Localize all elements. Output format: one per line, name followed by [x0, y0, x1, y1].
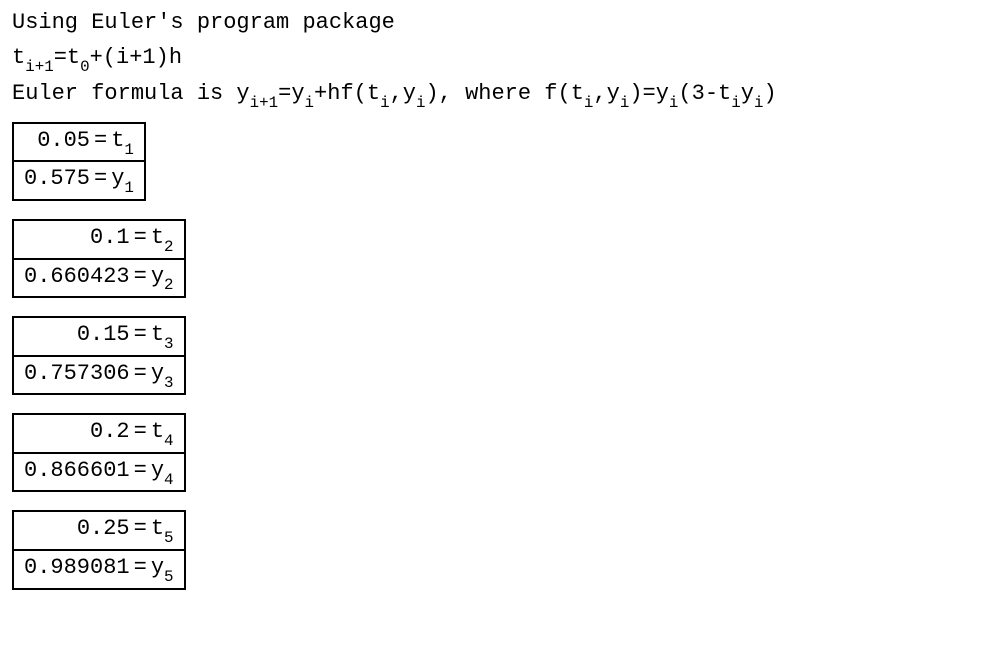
y-symbol: y — [151, 361, 164, 386]
y-value: 0.575 — [24, 166, 90, 191]
text: Euler formula is y — [12, 81, 250, 106]
table-row: 0.757306=y3 — [13, 356, 185, 395]
text: (3-t — [678, 81, 731, 106]
text-mid: =t — [54, 45, 80, 70]
table-row: 0.1=t2 — [13, 220, 185, 259]
table-row: 0.15=t3 — [13, 317, 185, 356]
intro-line-1: Using Euler's program package — [12, 8, 988, 39]
result-table: 0.2=t40.866601=y4 — [12, 413, 186, 492]
t-cell: 0.2=t4 — [13, 414, 185, 453]
y-symbol: y — [111, 166, 124, 191]
subscript: i — [754, 94, 764, 112]
equals-sign: = — [130, 419, 151, 444]
t-cell: 0.1=t2 — [13, 220, 185, 259]
equals-sign: = — [130, 516, 151, 541]
t-cell: 0.05=t1 — [13, 123, 145, 162]
text: ,y — [390, 81, 416, 106]
equals-sign: = — [90, 166, 111, 191]
subscript: i — [620, 94, 630, 112]
t-cell: 0.15=t3 — [13, 317, 185, 356]
table-row: 0.05=t1 — [13, 123, 145, 162]
t-value: 0.05 — [37, 128, 90, 153]
t-value: 0.1 — [90, 225, 130, 250]
subscript: i — [380, 94, 390, 112]
equals-sign: = — [130, 361, 151, 386]
t-symbol: t — [151, 516, 164, 541]
t-value: 0.2 — [90, 419, 130, 444]
equals-sign: = — [130, 264, 151, 289]
y-subscript: 2 — [164, 276, 174, 294]
t-subscript: 5 — [164, 529, 174, 547]
table-row: 0.575=y1 — [13, 161, 145, 200]
t-value: 0.25 — [77, 516, 130, 541]
text: )=y — [629, 81, 669, 106]
table-row: 0.660423=y2 — [13, 259, 185, 298]
y-value: 0.660423 — [24, 264, 130, 289]
t-subscript: 1 — [124, 141, 134, 159]
y-value: 0.866601 — [24, 458, 130, 483]
y-subscript: 3 — [164, 374, 174, 392]
y-value: 0.757306 — [24, 361, 130, 386]
intro-line-3: Euler formula is yi+1=yi+hf(ti,yi), wher… — [12, 79, 988, 112]
equals-sign: = — [130, 225, 151, 250]
subscript: i — [731, 94, 741, 112]
y-symbol: y — [151, 264, 164, 289]
text: ) — [763, 81, 776, 106]
equals-sign: = — [90, 128, 111, 153]
subscript: i — [416, 94, 426, 112]
results-container: 0.05=t10.575=y10.1=t20.660423=y20.15=t30… — [12, 122, 988, 590]
y-subscript: 5 — [164, 568, 174, 586]
text: =y — [278, 81, 304, 106]
y-symbol: y — [151, 458, 164, 483]
table-row: 0.2=t4 — [13, 414, 185, 453]
equals-sign: = — [130, 322, 151, 347]
y-subscript: 1 — [124, 179, 134, 197]
y-cell: 0.757306=y3 — [13, 356, 185, 395]
y-symbol: y — [151, 555, 164, 580]
t-cell: 0.25=t5 — [13, 511, 185, 550]
t-symbol: t — [151, 419, 164, 444]
text-suffix: +(i+1)h — [90, 45, 182, 70]
subscript: 0 — [80, 58, 90, 76]
result-table: 0.15=t30.757306=y3 — [12, 316, 186, 395]
y-cell: 0.660423=y2 — [13, 259, 185, 298]
y-subscript: 4 — [164, 471, 174, 489]
subscript: i — [305, 94, 315, 112]
t-subscript: 4 — [164, 432, 174, 450]
text: ,y — [593, 81, 619, 106]
subscript: i+1 — [25, 58, 54, 76]
equals-sign: = — [130, 555, 151, 580]
text-prefix: t — [12, 45, 25, 70]
table-row: 0.25=t5 — [13, 511, 185, 550]
t-symbol: t — [151, 322, 164, 347]
y-cell: 0.866601=y4 — [13, 453, 185, 492]
subscript: i — [669, 94, 679, 112]
result-table: 0.05=t10.575=y1 — [12, 122, 146, 201]
t-symbol: t — [111, 128, 124, 153]
t-symbol: t — [151, 225, 164, 250]
result-table: 0.25=t50.989081=y5 — [12, 510, 186, 589]
equals-sign: = — [130, 458, 151, 483]
text: ), where f(t — [425, 81, 583, 106]
y-value: 0.989081 — [24, 555, 130, 580]
table-row: 0.989081=y5 — [13, 550, 185, 589]
subscript: i — [584, 94, 594, 112]
t-subscript: 2 — [164, 238, 174, 256]
text: y — [741, 81, 754, 106]
intro-line-2: ti+1=t0+(i+1)h — [12, 43, 988, 76]
subscript: i+1 — [250, 94, 279, 112]
text: +hf(t — [314, 81, 380, 106]
y-cell: 0.575=y1 — [13, 161, 145, 200]
result-table: 0.1=t20.660423=y2 — [12, 219, 186, 298]
table-row: 0.866601=y4 — [13, 453, 185, 492]
y-cell: 0.989081=y5 — [13, 550, 185, 589]
t-subscript: 3 — [164, 335, 174, 353]
t-value: 0.15 — [77, 322, 130, 347]
